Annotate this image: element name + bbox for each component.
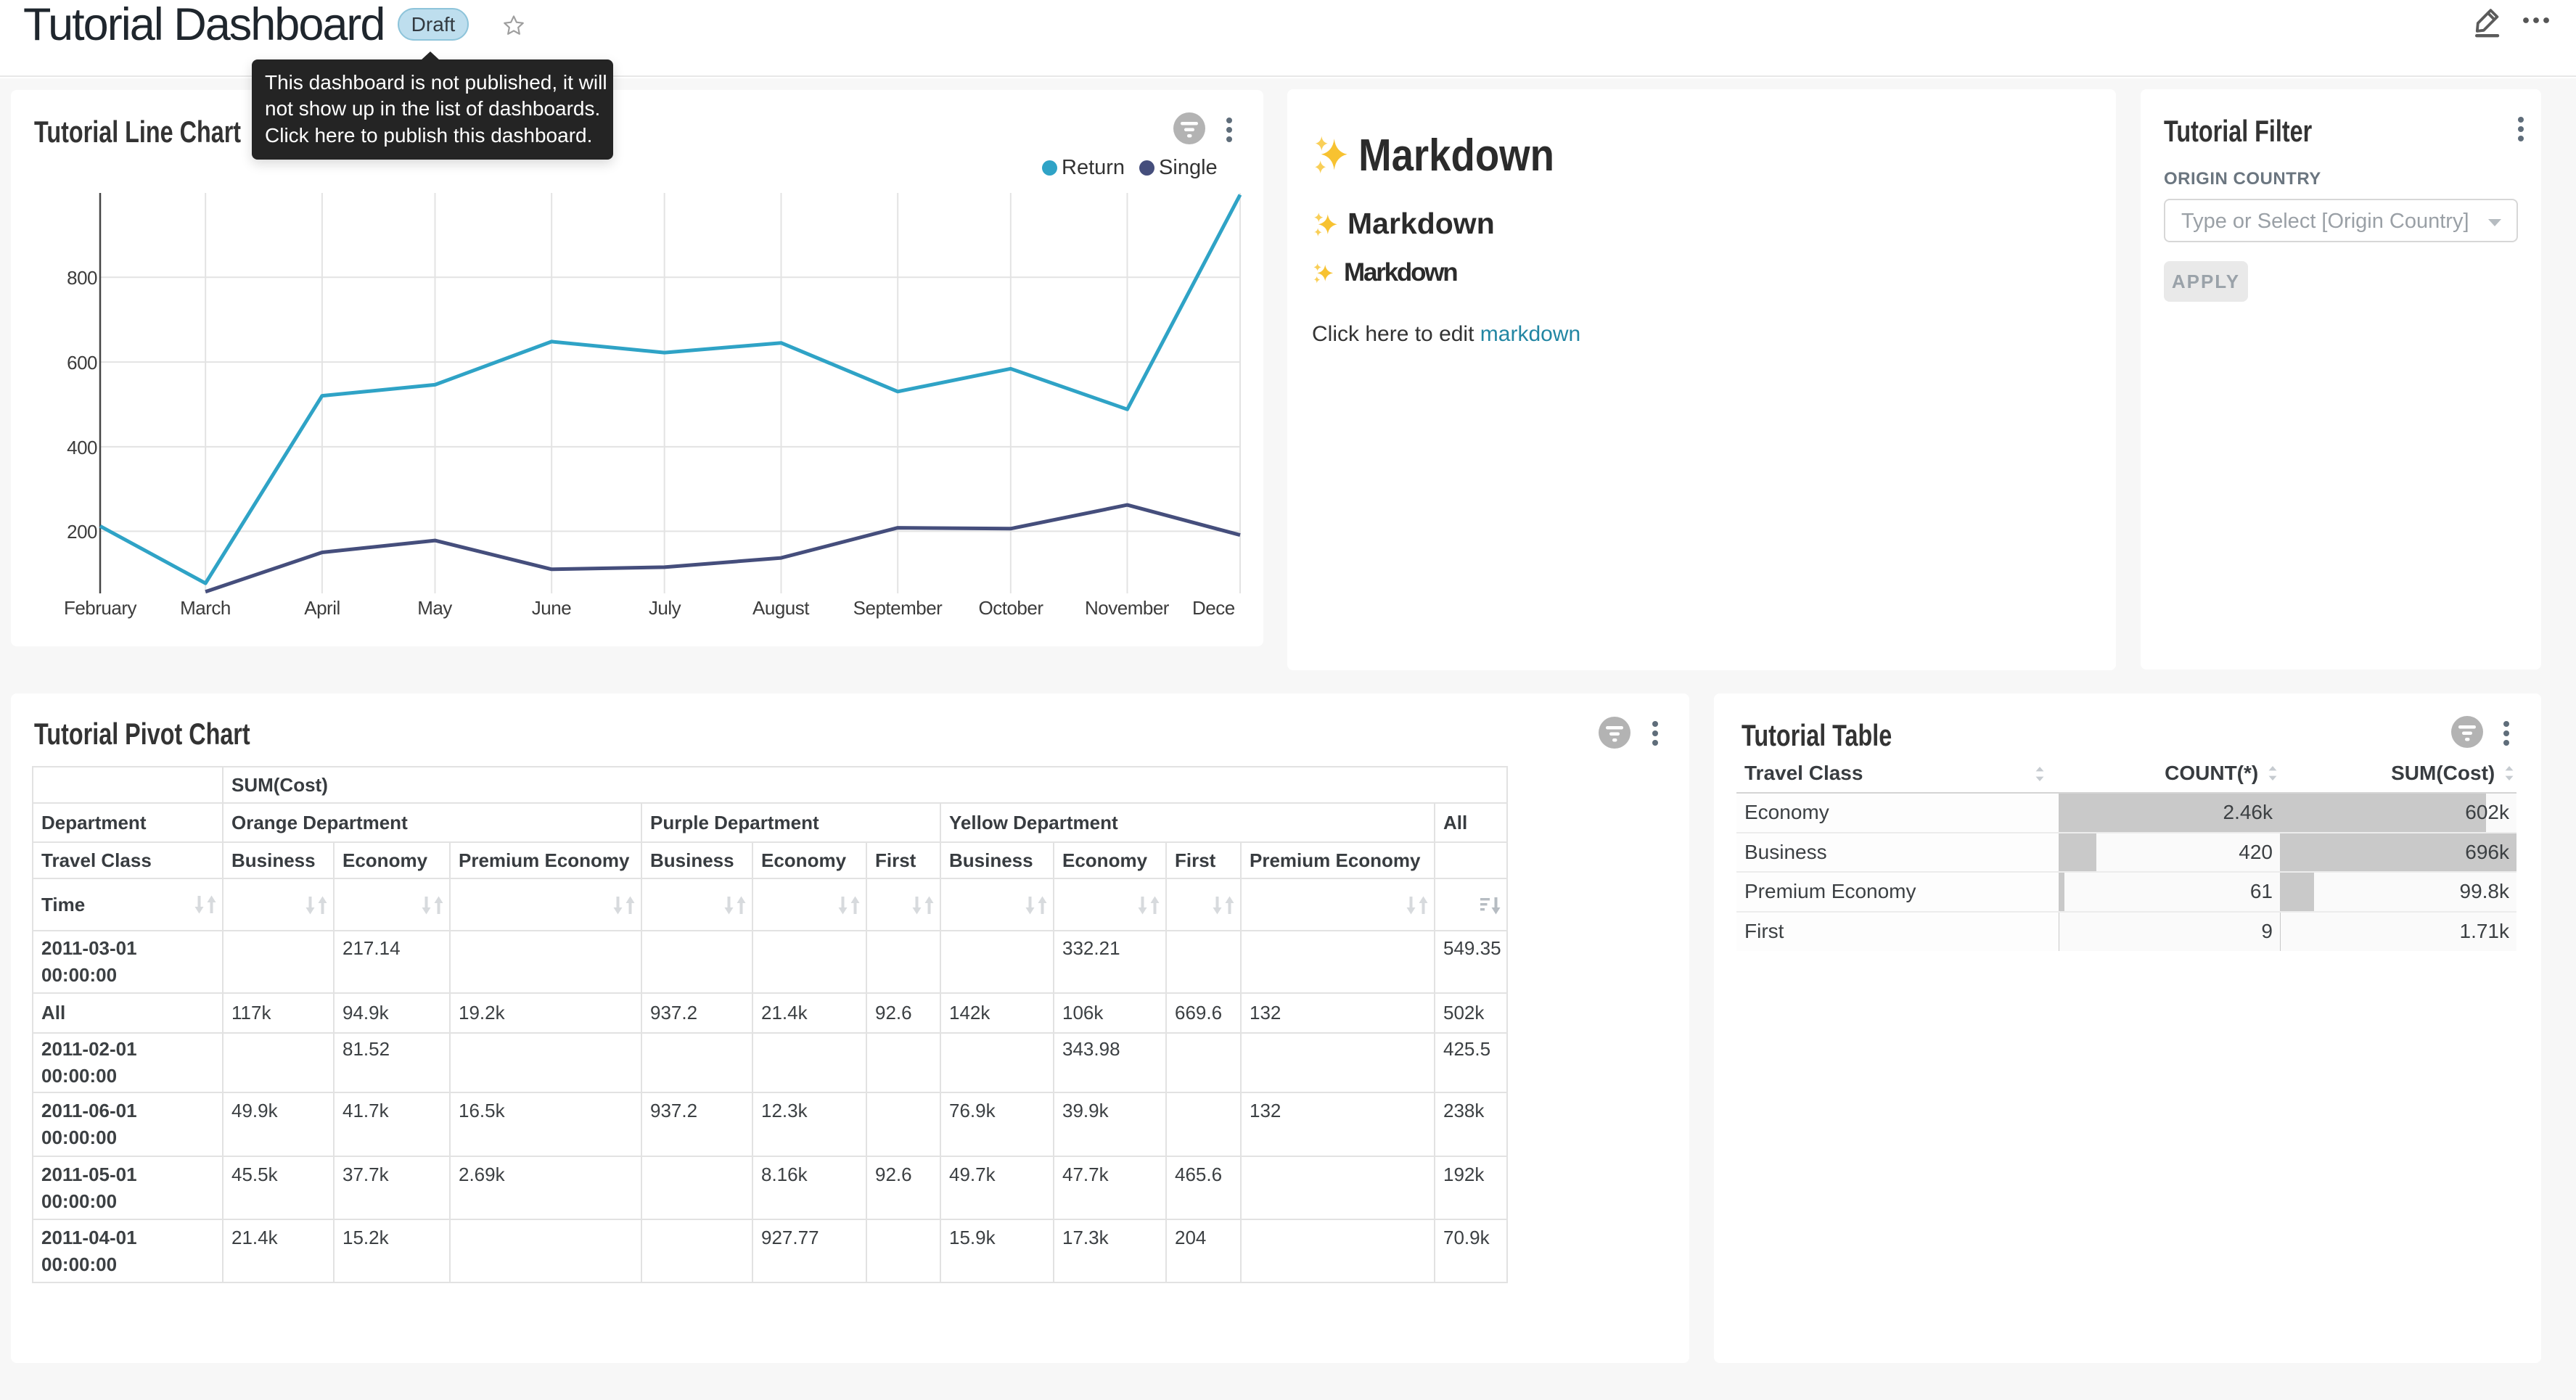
svg-text:April: April xyxy=(304,597,340,619)
svg-text:200: 200 xyxy=(67,521,97,543)
svg-text:October: October xyxy=(979,597,1044,619)
svg-text:February: February xyxy=(64,597,137,619)
svg-text:March: March xyxy=(180,597,231,619)
svg-text:June: June xyxy=(532,597,571,619)
svg-text:September: September xyxy=(853,597,943,619)
svg-text:November: November xyxy=(1085,597,1170,619)
svg-text:600: 600 xyxy=(67,352,97,374)
svg-text:August: August xyxy=(752,597,810,619)
svg-text:800: 800 xyxy=(67,267,97,289)
svg-text:July: July xyxy=(649,597,681,619)
svg-text:Dece: Dece xyxy=(1192,597,1235,619)
svg-text:May: May xyxy=(417,597,452,619)
svg-text:400: 400 xyxy=(67,437,97,458)
